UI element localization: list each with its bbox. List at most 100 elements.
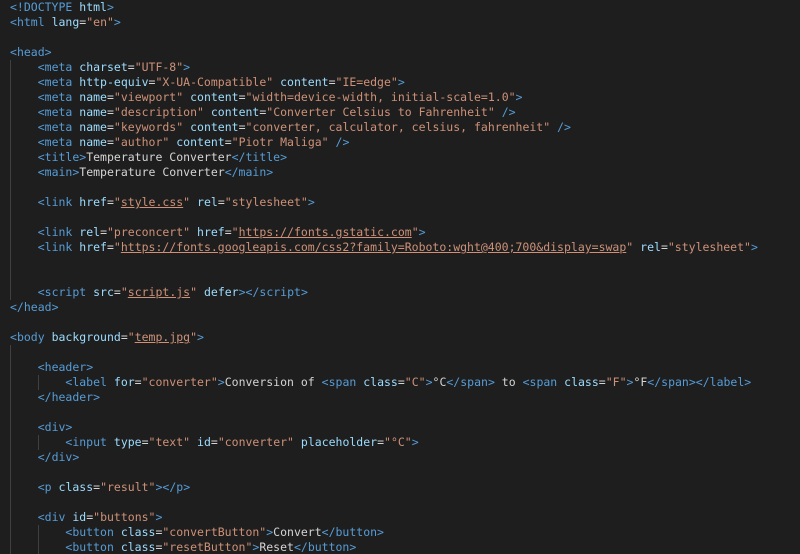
code-token: rel <box>197 195 218 209</box>
code-token: > <box>51 300 59 314</box>
code-token: </ <box>37 390 52 404</box>
code-token: < <box>37 135 45 149</box>
code-token: = <box>210 435 218 449</box>
code-token: > <box>280 150 288 164</box>
code-line[interactable]: <input type="text" id="converter" placeh… <box>10 435 800 450</box>
indent-guide <box>10 135 11 150</box>
code-token: "convertButton" <box>162 525 267 539</box>
code-line[interactable] <box>10 210 800 225</box>
code-token: </ <box>224 165 239 179</box>
code-line[interactable] <box>10 180 800 195</box>
code-line[interactable] <box>10 255 800 270</box>
code-line[interactable]: <title>Temperature Converter</title> <box>10 150 800 165</box>
code-line[interactable]: <header> <box>10 360 800 375</box>
code-token: id <box>72 510 87 524</box>
indent-guide <box>10 120 11 135</box>
code-token: button <box>72 540 114 554</box>
code-token: head <box>23 300 52 314</box>
code-token: "X-UA-Compatible" <box>155 75 274 89</box>
code-token: > <box>197 330 204 344</box>
code-line[interactable]: <meta name="keywords" content="converter… <box>10 120 800 135</box>
code-line[interactable]: <button class="resetButton">Reset</butto… <box>10 540 800 554</box>
code-line[interactable]: <head> <box>10 45 800 60</box>
indent-guide <box>37 375 39 390</box>
indent-guide <box>10 360 11 375</box>
code-token: meta <box>44 60 73 74</box>
code-line[interactable]: <html lang="en"> <box>10 15 800 30</box>
code-token: <! <box>10 0 24 14</box>
code-line[interactable]: </header> <box>10 390 800 405</box>
code-token: class <box>363 375 398 389</box>
code-token: "IE=edge" <box>335 75 398 89</box>
code-token: script.js <box>127 285 191 299</box>
code-line[interactable]: <meta name="description" content="Conver… <box>10 105 800 120</box>
code-token: content <box>280 75 329 89</box>
code-line[interactable]: <meta name="viewport" content="width=dev… <box>10 90 800 105</box>
indent-guide <box>10 180 11 195</box>
code-line[interactable] <box>10 405 800 420</box>
code-line[interactable]: <link href="style.css" rel="stylesheet"> <box>10 195 800 210</box>
code-token: °C <box>432 375 447 389</box>
code-line[interactable]: </head> <box>10 300 800 315</box>
code-line[interactable]: <button class="convertButton">Convert</b… <box>10 525 800 540</box>
code-token: < <box>37 60 45 74</box>
indent-guide <box>10 90 11 105</box>
code-token: " <box>231 225 239 239</box>
code-line[interactable]: <link rel="preconcert" href="https://fon… <box>10 225 800 240</box>
code-line[interactable]: <meta http-equiv = "X-UA-Compatible" conte… <box>10 75 800 90</box>
code-line[interactable]: <!DOCTYPE html> <box>10 0 800 15</box>
code-line[interactable]: <main>Temperature Converter</main> <box>10 165 800 180</box>
code-token: </ <box>162 480 177 494</box>
code-token: "Piotr Maliga" <box>231 135 329 149</box>
code-token: https://fonts.googleapis.com/css2?family… <box>120 240 627 254</box>
code-line[interactable]: <label for="converter">Conversion of <sp… <box>10 375 800 390</box>
code-token: "author" <box>113 135 170 149</box>
code-line[interactable]: <p class="result"></p> <box>10 480 800 495</box>
code-token: name <box>79 120 107 134</box>
indent-guide <box>10 195 11 210</box>
code-line[interactable] <box>10 495 800 510</box>
indent-guide <box>10 450 11 465</box>
code-token: placeholder <box>300 435 378 449</box>
indent-guide <box>10 270 11 285</box>
code-token: < <box>37 90 45 104</box>
code-token: > <box>377 525 384 539</box>
code-line[interactable] <box>10 270 800 285</box>
indent-guide <box>10 255 11 270</box>
code-token: > <box>217 375 225 389</box>
indent-guide <box>10 240 11 255</box>
code-token: > <box>750 240 758 254</box>
code-token: > <box>266 165 274 179</box>
code-token: for <box>113 375 135 389</box>
code-line[interactable]: <div id="buttons"> <box>10 510 800 525</box>
code-line[interactable] <box>10 465 800 480</box>
code-token: button <box>307 540 350 554</box>
code-line[interactable] <box>10 315 800 330</box>
code-line[interactable] <box>10 345 800 360</box>
code-editor[interactable]: <!DOCTYPE html> <html lang="en"> <head> <… <box>0 0 800 554</box>
code-line[interactable] <box>10 30 800 45</box>
code-line[interactable]: </div> <box>10 450 800 465</box>
code-line[interactable]: <body background="temp.jpg"> <box>10 330 800 345</box>
code-line[interactable]: <div> <box>10 420 800 435</box>
code-line[interactable]: <script src="script.js" defer></script> <box>10 285 800 300</box>
code-line[interactable]: <meta charset="UTF-8"> <box>10 60 800 75</box>
code-line[interactable]: <link href="https://fonts.googleapis.com… <box>10 240 800 255</box>
code-token: name <box>79 105 107 119</box>
code-line[interactable]: <meta name="author" content="Piotr Malig… <box>10 135 800 150</box>
code-token: < <box>10 15 17 29</box>
code-token: </ <box>245 285 260 299</box>
